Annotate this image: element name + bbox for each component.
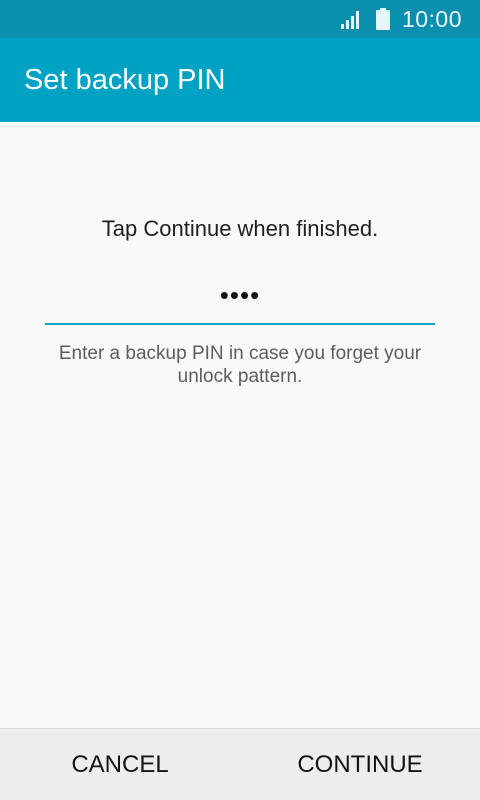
signal-icon xyxy=(340,11,359,29)
pin-input-underline xyxy=(45,323,435,325)
screen: 10:00 Set backup PIN Tap Continue when f… xyxy=(0,0,480,800)
status-bar: 10:00 xyxy=(0,0,480,38)
bottom-button-bar: CANCEL CONTINUE xyxy=(0,728,480,800)
status-time: 10:00 xyxy=(401,5,462,32)
app-bar: Set backup PIN xyxy=(0,38,480,122)
cancel-button[interactable]: CANCEL xyxy=(0,729,240,800)
hint-text: Enter a backup PIN in case you forget yo… xyxy=(58,343,422,387)
page-title: Set backup PIN xyxy=(24,64,226,96)
pin-value: •••• xyxy=(219,280,261,310)
continue-button[interactable]: CONTINUE xyxy=(240,729,480,800)
status-icons: 10:00 xyxy=(340,0,462,38)
battery-icon xyxy=(375,8,390,30)
main-content: Tap Continue when finished. •••• Enter a… xyxy=(0,122,480,728)
pin-input[interactable]: •••• xyxy=(45,272,435,325)
instruction-text: Tap Continue when finished. xyxy=(101,216,379,241)
